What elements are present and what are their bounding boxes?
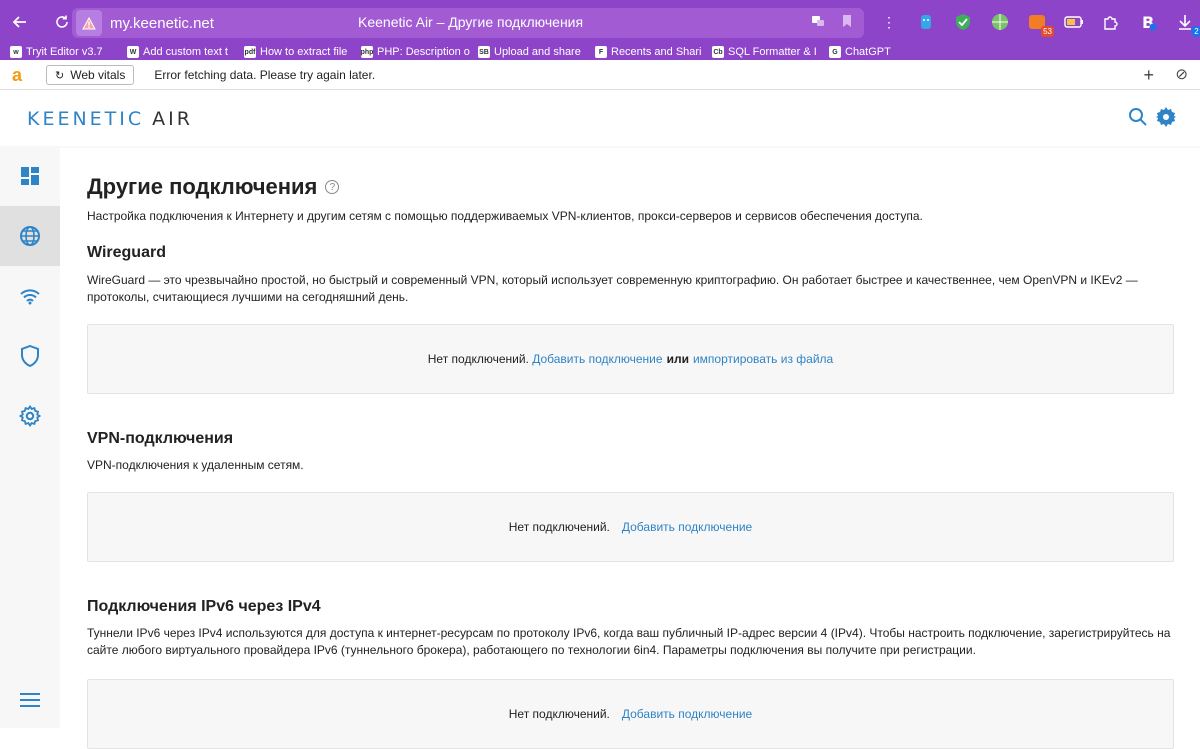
browser-titlebar: my.keenetic.net Keenetic Air – Другие по… [0,0,1200,44]
bookmark-label: How to extract file [260,46,348,58]
page-title: Другие подключения ? [87,174,1174,200]
puzzle-icon[interactable] [1098,9,1124,35]
ipv6-title: Подключения IPv6 через IPv4 [87,598,321,615]
bookmark-item[interactable]: SB Upload and share [478,46,595,58]
bookmark-favicon: php [361,46,373,58]
bookmark-item[interactable]: Cb SQL Formatter & I [712,46,829,58]
keenetic-logo[interactable]: KEENETIC AIR [27,108,193,130]
bookmark-favicon: pdf [244,46,256,58]
bookmark-label: Tryit Editor v3.7 [26,46,103,58]
web-vitals-button[interactable]: ↻ Web vitals [46,65,135,85]
page-description: Настройка подключения к Интернету и друг… [87,209,923,223]
sidebar-item-dashboard[interactable] [0,146,60,206]
wireguard-import-link[interactable]: импортировать из файла [693,352,833,366]
main-content: Другие подключения ? Настройка подключен… [87,160,1174,749]
infobar-message: Error fetching data. Please try again la… [154,68,376,82]
ipv6-empty-box: Нет подключений. Добавить подключение [87,679,1174,749]
vpn-empty-text: Нет подключений. [508,520,610,534]
logo-sub: AIR [152,107,193,130]
address-bar[interactable]: my.keenetic.net Keenetic Air – Другие по… [72,8,864,38]
wireguard-title: Wireguard [87,244,166,261]
download-icon[interactable]: 2 [1172,9,1200,37]
bookmark-favicon: W [127,46,139,58]
amazon-icon[interactable]: a [12,65,38,86]
extension-blue-icon[interactable] [913,9,939,35]
page-title-text: Другие подключения [87,174,318,199]
sidebar [0,146,60,728]
web-vitals-label: Web vitals [70,68,126,82]
logo-main: KEENETIC [27,107,145,130]
extension-battery-icon[interactable] [1061,9,1087,35]
bookmark-favicon: G [829,46,841,58]
sidebar-item-security[interactable] [0,326,60,386]
bookmarks-bar: w Tryit Editor v3.7 W Add custom text t pd… [0,44,1200,60]
wireguard-empty-text: Нет подключений. [427,352,529,366]
plus-icon[interactable]: + [1143,65,1154,86]
globe-icon [20,226,40,246]
sidebar-item-wifi[interactable] [0,266,60,326]
ipv6-description: Туннели IPv6 через IPv4 используются для… [87,626,1171,657]
vpn-add-link[interactable]: Добавить подключение [622,520,752,534]
sidebar-item-settings[interactable] [0,386,60,446]
extension-shield-icon[interactable] [950,9,976,35]
more-vert-icon[interactable]: ⋮ [876,9,902,35]
back-arrow-icon[interactable] [6,8,34,36]
bookmark-item[interactable]: php PHP: Description o [361,46,478,58]
menu-icon[interactable] [0,682,60,718]
bookmark-label: Upload and share [494,46,581,58]
bookmark-label: SQL Formatter & I [728,46,817,58]
bookmark-favicon: SB [478,46,490,58]
help-icon[interactable]: ? [325,180,340,194]
wireguard-empty-box: Нет подключений. Добавить подключение или… [87,324,1174,394]
extension-orange-badge: 53 [1041,26,1054,37]
bookmark-icon[interactable] [840,13,854,34]
vpn-title: VPN-подключения [87,430,234,447]
bookmark-item[interactable]: w Tryit Editor v3.7 [10,46,127,58]
extension-infobar: a ↻ Web vitals Error fetching data. Plea… [0,61,1200,90]
bookmark-item[interactable]: F Recents and Shari [595,46,712,58]
bookmark-item[interactable]: G ChatGPT [829,46,946,58]
tab-title: Keenetic Air – Другие подключения [358,14,584,30]
app-header: KEENETIC AIR [0,91,1200,146]
bookmark-label: PHP: Description o [377,46,470,58]
vpn-empty-box: Нет подключений. Добавить подключение [87,492,1174,562]
dashboard-icon [21,167,39,185]
bookmark-label: Recents and Shari [611,46,702,58]
translate-icon[interactable] [810,13,826,34]
wifi-icon [20,289,40,305]
bookmark-label: Add custom text t [143,46,228,58]
wireguard-description: WireGuard — это чрезвычайно простой, но … [87,273,1138,304]
gear-icon[interactable] [1156,107,1176,132]
warning-icon[interactable] [76,10,102,36]
shield-icon [21,345,39,367]
download-badge: 2 [1191,26,1200,37]
sidebar-item-internet[interactable] [0,206,60,266]
extension-b-icon[interactable]: B [1135,9,1161,35]
url-text[interactable]: my.keenetic.net [110,15,214,32]
search-icon[interactable] [1128,107,1148,132]
block-icon[interactable]: ⊘ [1175,65,1188,83]
wireguard-or-text: или [666,352,689,366]
wireguard-add-link[interactable]: Добавить подключение [532,352,662,366]
extension-globe-icon[interactable] [987,9,1013,35]
ipv6-empty-text: Нет подключений. [508,707,610,721]
bookmark-label: ChatGPT [845,46,891,58]
bookmark-favicon: w [10,46,22,58]
ipv6-add-link[interactable]: Добавить подключение [622,707,752,721]
bookmark-favicon: F [595,46,607,58]
bookmark-favicon: Cb [712,46,724,58]
vpn-description: VPN-подключения к удаленным сетям. [87,458,304,472]
gear-icon [19,405,41,427]
bookmark-item[interactable]: pdf How to extract file [244,46,361,58]
extension-orange-icon[interactable]: 53 [1024,9,1054,37]
bookmark-item[interactable]: W Add custom text t [127,46,244,58]
reload-small-icon: ↻ [55,69,65,82]
